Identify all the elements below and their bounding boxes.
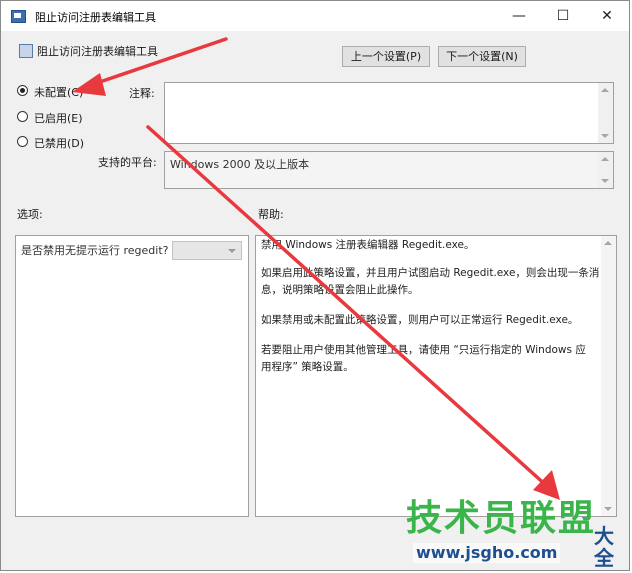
help-scrollbar[interactable] xyxy=(601,236,616,516)
disable-silent-regedit-label: 是否禁用无提示运行 regedit? xyxy=(21,244,169,257)
policy-name: 阻止访问注册表编辑工具 xyxy=(37,45,158,58)
comment-textarea[interactable] xyxy=(164,82,614,144)
radio-enabled-label: 已启用(E) xyxy=(34,112,83,125)
help-paragraph: 息，说明策略设置会阻止此操作。 xyxy=(261,284,419,296)
help-paragraph: 如果禁用或未配置此策略设置，则用户可以正常运行 Regedit.exe。 xyxy=(261,314,579,326)
window-title: 阻止访问注册表编辑工具 xyxy=(35,11,156,24)
minimize-button[interactable]: — xyxy=(497,1,541,31)
help-pane: 禁用 Windows 注册表编辑器 Regedit.exe。 如果启用此策略设置… xyxy=(255,235,617,517)
disable-silent-regedit-select[interactable] xyxy=(172,241,242,260)
radio-disabled-button[interactable] xyxy=(17,136,28,147)
scroll-down-icon[interactable] xyxy=(601,179,609,183)
scroll-down-icon[interactable] xyxy=(604,507,612,511)
options-pane: 是否禁用无提示运行 regedit? xyxy=(15,235,249,517)
scroll-up-icon[interactable] xyxy=(601,157,609,161)
scroll-up-icon[interactable] xyxy=(601,88,609,92)
watermark-url: www.jsgho.com xyxy=(413,543,561,563)
help-paragraph: 用程序” 策略设置。 xyxy=(261,361,354,373)
previous-setting-button[interactable]: 上一个设置(P) xyxy=(342,46,430,67)
radio-enabled-button[interactable] xyxy=(17,111,28,122)
options-label: 选项: xyxy=(17,208,43,221)
help-paragraph: 禁用 Windows 注册表编辑器 Regedit.exe。 xyxy=(261,239,475,251)
radio-not-configured-label: 未配置(C) xyxy=(34,86,84,99)
scroll-up-icon[interactable] xyxy=(604,241,612,245)
policy-dialog: 阻止访问注册表编辑工具 — ☐ ✕ 阻止访问注册表编辑工具 上一个设置(P) 下… xyxy=(0,0,630,571)
help-paragraph: 若要阻止用户使用其他管理工具，请使用 “只运行指定的 Windows 应 xyxy=(261,344,586,356)
policy-window-icon xyxy=(11,10,26,23)
maximize-button[interactable]: ☐ xyxy=(541,1,585,31)
close-button[interactable]: ✕ xyxy=(585,1,629,31)
help-label: 帮助: xyxy=(258,208,284,221)
help-paragraph: 如果启用此策略设置，并且用户试图启动 Regedit.exe，则会出现一条消 xyxy=(261,267,600,279)
scroll-down-icon[interactable] xyxy=(601,134,609,138)
platform-scrollbar[interactable] xyxy=(598,152,613,188)
next-setting-button[interactable]: 下一个设置(N) xyxy=(438,46,526,67)
platform-label: 支持的平台: xyxy=(98,156,157,169)
comment-label: 注释: xyxy=(129,87,155,100)
platform-value: Windows 2000 及以上版本 xyxy=(170,158,310,171)
policy-setting-icon xyxy=(19,44,33,58)
radio-not-configured-button[interactable] xyxy=(17,85,28,96)
radio-disabled-label: 已禁用(D) xyxy=(34,137,85,150)
watermark-brand: 技术员联盟 xyxy=(406,498,597,539)
platform-field: Windows 2000 及以上版本 xyxy=(164,151,614,189)
comment-scrollbar[interactable] xyxy=(598,83,613,143)
title-bar: 阻止访问注册表编辑工具 — ☐ ✕ xyxy=(1,1,629,31)
chevron-down-icon xyxy=(228,249,236,253)
watermark-suffix: 大全 xyxy=(594,524,614,570)
